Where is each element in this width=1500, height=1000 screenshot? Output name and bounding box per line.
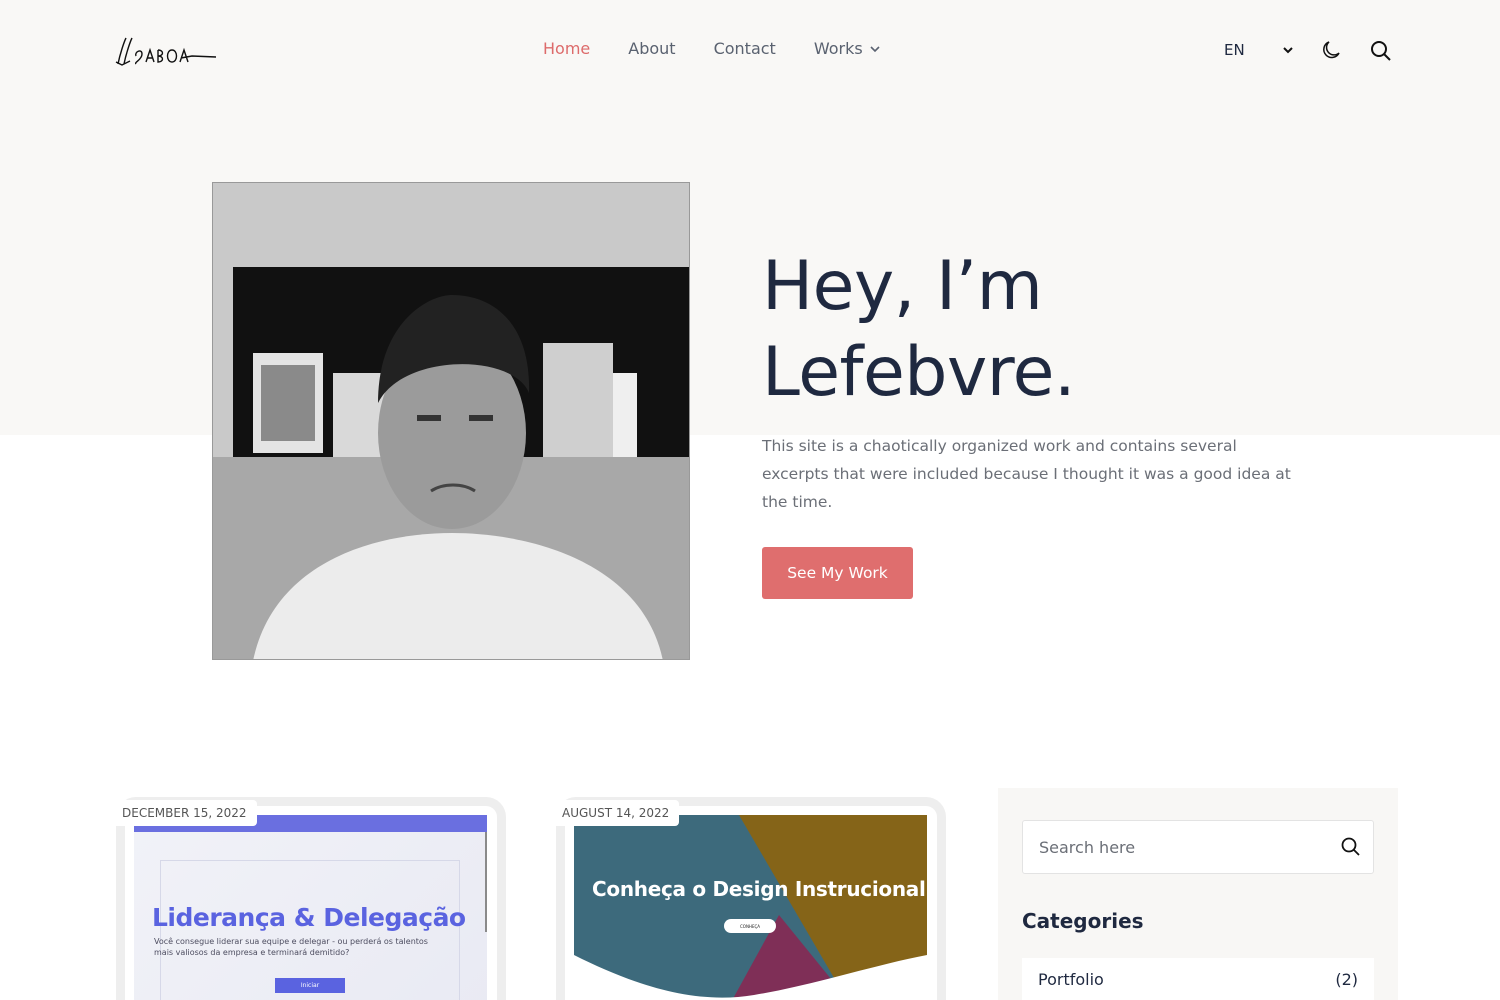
hero-title: Hey, I’m Lefebvre. xyxy=(762,244,1076,416)
categories-title: Categories xyxy=(1022,909,1144,933)
post-thumbnail: Liderança & Delegação Você consegue lide… xyxy=(134,815,487,1000)
post-date-badge: DECEMBER 15, 2022 xyxy=(116,800,257,826)
see-my-work-button[interactable]: See My Work xyxy=(762,547,913,599)
thumbnail-scrollbar xyxy=(485,832,487,932)
thumbnail-title: Liderança & Delegação xyxy=(152,903,466,932)
thumbnail-button: Iniciar xyxy=(275,978,345,993)
category-count: (2) xyxy=(1335,969,1358,989)
hero-title-line2: Lefebvre. xyxy=(762,333,1076,412)
hero-description: This site is a chaotically organized wor… xyxy=(762,437,1291,511)
category-name: Portfolio xyxy=(1038,969,1104,989)
nav-home[interactable]: Home xyxy=(543,39,590,58)
main-nav: Home About Contact Works xyxy=(543,39,919,58)
post-thumbnail: Conheça o Design Instrucional CONHEÇA xyxy=(574,815,927,1000)
thumbnail-text: Você consegue liderar sua equipe e deleg… xyxy=(154,937,428,957)
portrait-image xyxy=(212,182,690,660)
post-date-badge: AUGUST 14, 2022 xyxy=(556,800,680,826)
search-icon[interactable] xyxy=(1341,837,1361,857)
hero-title-line1: Hey, I’m xyxy=(762,247,1043,326)
nav-works[interactable]: Works xyxy=(814,39,881,58)
site-header: Home About Contact Works EN xyxy=(0,0,1500,100)
sidebar-search xyxy=(1022,820,1374,874)
chevron-down-icon xyxy=(1283,47,1293,54)
sidebar: Categories Portfolio (2) xyxy=(998,788,1398,1000)
language-label: EN xyxy=(1224,41,1245,59)
moon-icon[interactable] xyxy=(1321,40,1341,60)
thumbnail-button: CONHEÇA xyxy=(724,919,776,933)
site-logo[interactable] xyxy=(112,34,218,70)
language-select[interactable]: EN xyxy=(1224,41,1293,59)
post-card[interactable]: Liderança & Delegação Você consegue lide… xyxy=(116,797,506,1000)
nav-works-label: Works xyxy=(813,39,863,58)
nav-contact[interactable]: Contact xyxy=(714,39,776,58)
post-card[interactable]: Conheça o Design Instrucional CONHEÇA xyxy=(556,797,946,1000)
thumbnail-title: Conheça o Design Instrucional xyxy=(592,877,926,901)
nav-about[interactable]: About xyxy=(628,39,675,58)
search-input[interactable] xyxy=(1023,821,1323,873)
category-item[interactable]: Portfolio (2) xyxy=(1022,958,1374,1000)
search-icon[interactable] xyxy=(1370,40,1392,62)
chevron-down-icon xyxy=(870,45,880,52)
